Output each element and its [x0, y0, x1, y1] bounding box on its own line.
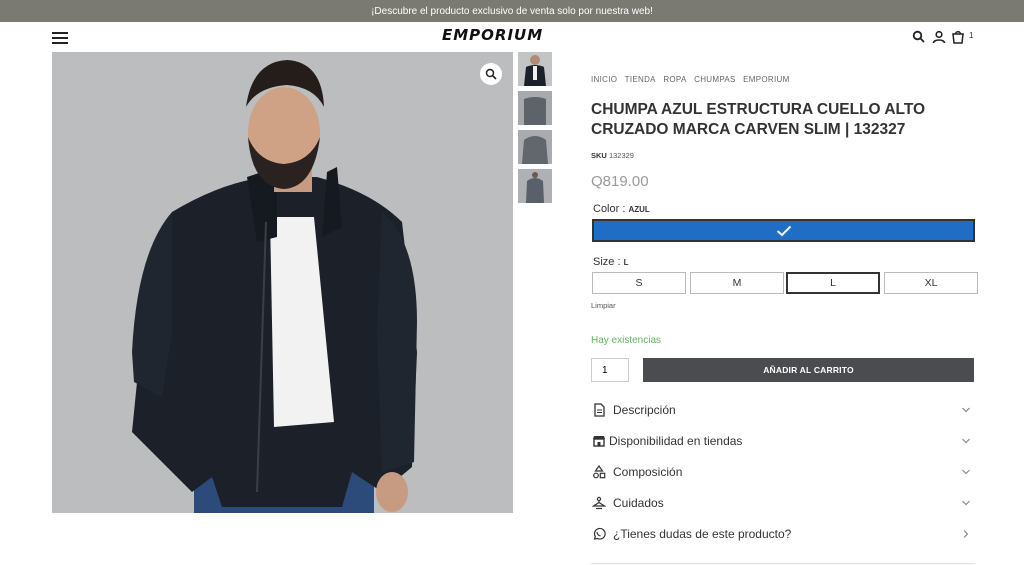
chevron-down-icon — [962, 500, 970, 506]
size-option-s[interactable]: S — [592, 272, 686, 294]
color-value: AZUL — [628, 205, 650, 214]
clear-selection-link[interactable]: Limpiar — [591, 301, 616, 310]
quantity-input[interactable] — [591, 358, 629, 382]
site-logo[interactable]: EMPORIUM — [442, 26, 543, 44]
divider — [591, 563, 975, 564]
size-option-xl[interactable]: XL — [884, 272, 978, 294]
chevron-down-icon — [962, 438, 970, 444]
color-label: Color : AZUL — [593, 203, 650, 215]
product-sku: SKU 132329 — [591, 151, 634, 160]
accordion-cuidados[interactable]: Cuidados — [591, 488, 975, 519]
accordion-label: Composición — [613, 465, 683, 479]
care-icon — [592, 496, 606, 510]
announcement-text: ¡Descubre el producto exclusivo de venta… — [371, 5, 653, 17]
thumbnail-4[interactable] — [518, 169, 552, 203]
thumbnail-strip — [518, 52, 552, 208]
color-swatch-azul[interactable] — [592, 219, 975, 242]
size-option-l[interactable]: L — [786, 272, 880, 294]
document-icon — [594, 403, 605, 417]
breadcrumb-emporium[interactable]: EMPORIUM — [743, 75, 789, 84]
size-option-m[interactable]: M — [690, 272, 784, 294]
accordion-label: Cuidados — [613, 496, 664, 510]
site-header: EMPORIUM 1 — [0, 22, 1024, 52]
breadcrumb-chumpas[interactable]: CHUMPAS — [694, 75, 736, 84]
zoom-icon — [485, 68, 497, 80]
product-title: CHUMPA AZUL ESTRUCTURA CUELLO ALTO CRUZA… — [591, 101, 926, 138]
user-icon[interactable] — [932, 30, 946, 44]
accordion-label: Descripción — [613, 403, 676, 417]
breadcrumb-inicio[interactable]: INICIO — [591, 75, 617, 84]
whatsapp-icon — [593, 527, 606, 540]
thumbnail-2[interactable] — [518, 91, 552, 125]
product-accordion: Descripción Disponibilidad en tiendas Co… — [591, 395, 975, 550]
cart-count: 1 — [969, 31, 974, 40]
announcement-bar: ¡Descubre el producto exclusivo de venta… — [0, 0, 1024, 22]
breadcrumb-ropa[interactable]: ROPA — [663, 75, 686, 84]
add-to-cart-button[interactable]: AÑADIR AL CARRITO — [643, 358, 974, 382]
search-icon[interactable] — [912, 30, 926, 44]
product-main-image[interactable] — [52, 52, 513, 513]
accordion-composicion[interactable]: Composición — [591, 457, 975, 488]
color-label-text: Color : — [593, 203, 626, 215]
product-photo — [52, 52, 513, 513]
breadcrumb-tienda[interactable]: TIENDA — [625, 75, 656, 84]
accordion-label: Disponibilidad en tiendas — [609, 434, 743, 448]
sku-label: SKU — [591, 151, 607, 160]
zoom-button[interactable] — [480, 63, 502, 85]
accordion-disponibilidad[interactable]: Disponibilidad en tiendas — [591, 426, 975, 457]
chevron-down-icon — [962, 407, 970, 413]
accordion-dudas[interactable]: ¿Tienes dudas de este producto? — [591, 519, 975, 550]
accordion-descripcion[interactable]: Descripción — [591, 395, 975, 426]
menu-icon[interactable] — [52, 32, 68, 44]
check-icon — [776, 225, 791, 236]
size-label: Size : L — [593, 256, 628, 268]
sku-value: 132329 — [608, 151, 634, 160]
size-label-text: Size : — [593, 256, 621, 268]
shapes-icon — [593, 465, 606, 479]
size-value: L — [623, 258, 629, 267]
product-price: Q819.00 — [591, 173, 649, 190]
product-info: INICIO TIENDA ROPA CHUMPAS EMPORIUM CHUM… — [591, 75, 978, 382]
chevron-right-icon — [963, 530, 969, 538]
thumbnail-1[interactable] — [518, 52, 552, 86]
breadcrumb: INICIO TIENDA ROPA CHUMPAS EMPORIUM — [591, 75, 975, 84]
store-icon — [593, 436, 605, 447]
stock-status: Hay existencias — [591, 335, 662, 346]
thumbnail-3[interactable] — [518, 130, 552, 164]
chevron-down-icon — [962, 469, 970, 475]
cart-icon[interactable] — [951, 30, 965, 44]
accordion-label: ¿Tienes dudas de este producto? — [613, 527, 792, 541]
size-options: S M L XL — [592, 272, 978, 294]
